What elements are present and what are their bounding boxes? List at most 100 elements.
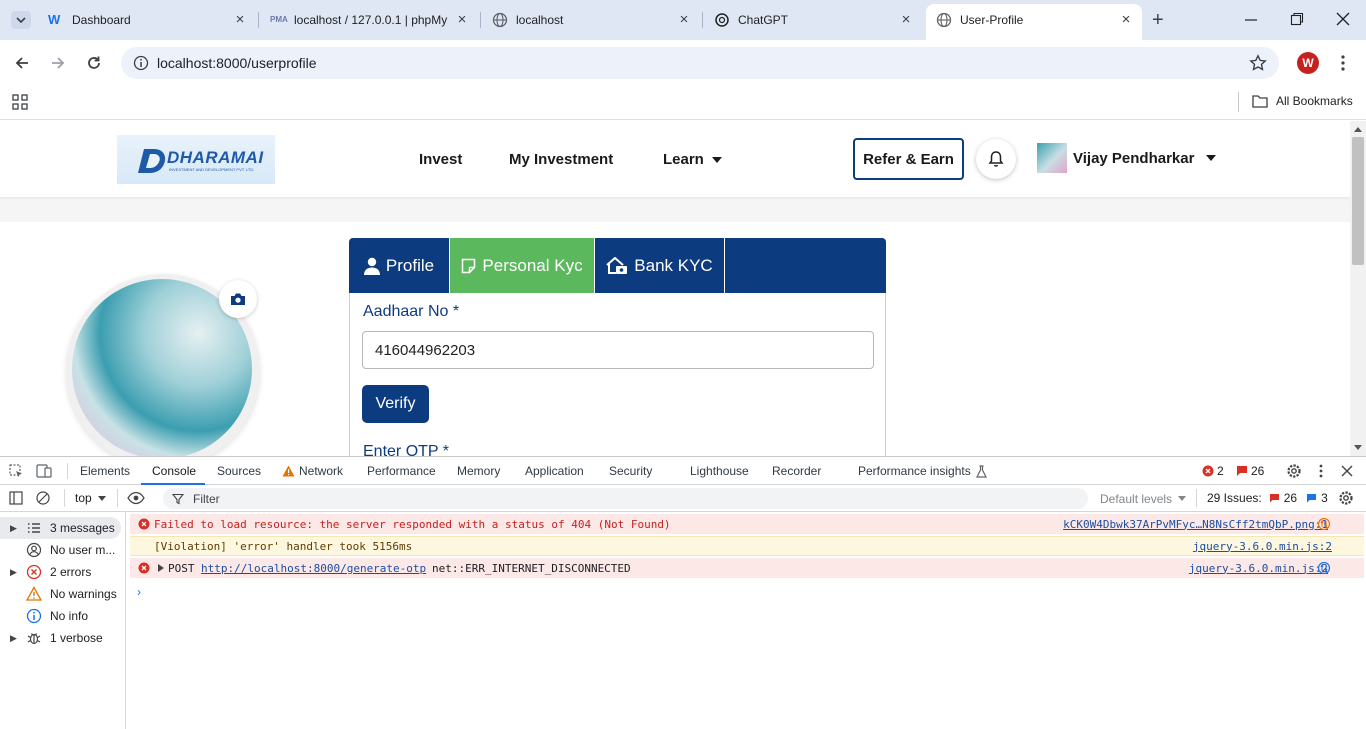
devtools-tab-lighthouse[interactable]: Lighthouse <box>690 464 749 478</box>
sidebar-errors[interactable]: ▶ 2 errors <box>0 561 125 583</box>
chatgpt-favicon <box>715 13 729 27</box>
devtools-panel: Elements Console Sources Network Perform… <box>0 456 1366 729</box>
close-window-button[interactable] <box>1336 12 1350 26</box>
devtools-tab-recorder[interactable]: Recorder <box>772 464 821 478</box>
close-tab-icon[interactable]: × <box>1118 12 1134 28</box>
expand-arrow-icon[interactable]: ▶ <box>10 523 17 534</box>
sidebar-info[interactable]: No info <box>0 605 125 627</box>
url-text[interactable]: localhost:8000/userprofile <box>157 55 317 71</box>
devtools-tab-console[interactable]: Console <box>152 464 196 478</box>
clear-console-icon[interactable] <box>36 491 50 505</box>
site-logo[interactable]: DHARAMAI INVESTMENT AND DEVELOPMENT PVT.… <box>117 135 275 184</box>
devtools-more-icon[interactable] <box>1316 463 1326 479</box>
device-toolbar-icon[interactable] <box>36 464 52 478</box>
devtools-close-icon[interactable] <box>1341 465 1353 477</box>
devtools-tab-sources[interactable]: Sources <box>217 464 261 478</box>
devtools-tab-memory[interactable]: Memory <box>457 464 500 478</box>
user-menu[interactable]: Vijay Pendharkar <box>1037 143 1217 173</box>
notifications-button[interactable] <box>976 139 1016 179</box>
console-message-error[interactable]: Failed to load resource: the server resp… <box>130 514 1364 534</box>
address-bar[interactable]: localhost:8000/userprofile <box>121 47 1279 79</box>
back-button[interactable] <box>13 54 31 72</box>
scrollbar-thumb[interactable] <box>1352 137 1364 265</box>
tab-dashboard[interactable]: W Dashboard × <box>48 6 248 34</box>
aadhaar-input[interactable]: 416044962203 <box>362 331 874 369</box>
devtools-tab-performance[interactable]: Performance <box>367 464 436 478</box>
close-tab-icon[interactable]: × <box>676 12 692 28</box>
message-source-link[interactable]: jquery-3.6.0.min.js:2 <box>1189 562 1328 575</box>
scroll-down-icon[interactable] <box>1354 445 1362 450</box>
nav-my-investment[interactable]: My Investment <box>509 151 613 168</box>
nav-invest[interactable]: Invest <box>419 151 462 168</box>
tab-search-button[interactable] <box>11 11 31 29</box>
close-tab-icon[interactable]: × <box>898 12 914 28</box>
sidebar-toggle-icon[interactable] <box>9 491 23 505</box>
message-source-link[interactable]: jquery-3.6.0.min.js:2 <box>1193 540 1332 553</box>
message-url-link[interactable]: http://localhost:8000/generate-otp <box>201 562 426 575</box>
issue-flag-icon <box>1269 493 1279 502</box>
expand-arrow-icon[interactable] <box>158 564 164 572</box>
console-settings-icon[interactable] <box>1338 490 1354 506</box>
sidebar-verbose[interactable]: ▶ 1 verbose <box>0 627 125 649</box>
minimize-button[interactable] <box>1244 12 1258 26</box>
browser-menu-button[interactable] <box>1336 54 1350 72</box>
tab-chatgpt[interactable]: ChatGPT × <box>714 6 914 34</box>
inspect-element-icon[interactable] <box>9 464 23 478</box>
live-expression-eye-icon[interactable] <box>127 491 145 505</box>
tab-user-profile[interactable]: User-Profile × <box>926 4 1142 40</box>
tab-profile[interactable]: Profile <box>349 238 450 293</box>
caret-down-icon <box>1206 155 1217 161</box>
log-levels-dropdown[interactable]: Default levels <box>1093 488 1189 509</box>
tab-strip: W Dashboard × PMA localhost / 127.0.0.1 … <box>0 0 1366 40</box>
close-tab-icon[interactable]: × <box>454 12 470 28</box>
all-bookmarks-button[interactable]: All Bookmarks <box>1252 94 1353 108</box>
tab-title: ChatGPT <box>738 13 789 27</box>
sidebar-user-messages[interactable]: No user m... <box>0 539 125 561</box>
flask-icon <box>975 464 987 478</box>
error-counter[interactable]: 2 <box>1202 464 1224 478</box>
devtools-tab-security[interactable]: Security <box>609 464 652 478</box>
bookmark-star-icon[interactable] <box>1249 54 1267 72</box>
console-filter-input[interactable]: Filter <box>163 488 1088 509</box>
console-prompt-icon[interactable]: › <box>137 585 141 599</box>
tab-localhost[interactable]: localhost × <box>492 6 692 34</box>
refer-earn-button[interactable]: Refer & Earn <box>853 138 964 180</box>
context-selector[interactable]: top <box>75 491 106 505</box>
restore-button[interactable] <box>1290 12 1304 26</box>
sidebar-item-label: No warnings <box>50 587 117 601</box>
console-message-violation[interactable]: [Violation] 'error' handler took 5156ms … <box>130 536 1364 556</box>
network-request-icon[interactable] <box>1318 562 1330 574</box>
forward-button[interactable] <box>49 54 67 72</box>
issue-counter[interactable]: 26 <box>1236 464 1264 478</box>
issues-error-count: 26 <box>1283 491 1298 505</box>
sidebar-warnings[interactable]: No warnings <box>0 583 125 605</box>
devtools-settings-icon[interactable] <box>1286 463 1302 479</box>
close-tab-icon[interactable]: × <box>232 12 248 28</box>
verify-button[interactable]: Verify <box>362 385 429 423</box>
issues-summary[interactable]: 29 Issues: 26 3 <box>1207 491 1328 505</box>
sidebar-messages[interactable]: ▶ 3 messages <box>0 517 121 539</box>
profile-avatar[interactable]: W <box>1297 52 1319 74</box>
tab-bank-kyc[interactable]: Bank KYC <box>595 238 725 293</box>
expand-arrow-icon[interactable]: ▶ <box>10 567 17 578</box>
nav-learn-dropdown[interactable]: Learn <box>663 151 722 168</box>
devtools-tab-performance-insights[interactable]: Performance insights <box>858 464 987 478</box>
apps-grid-icon[interactable] <box>12 94 28 110</box>
console-message-error[interactable]: POST http://localhost:8000/generate-otp … <box>130 558 1364 578</box>
expand-arrow-icon[interactable]: ▶ <box>10 633 17 644</box>
network-request-icon[interactable] <box>1318 518 1330 530</box>
site-info-icon[interactable] <box>133 55 149 71</box>
message-source-link[interactable]: kCK0W4Dbwk37ArPvMFyc…N8NsCff2tmQbP.png:1 <box>1063 518 1328 531</box>
change-photo-button[interactable] <box>219 280 257 318</box>
tab-phpmyadmin[interactable]: PMA localhost / 127.0.0.1 | phpMy × <box>270 6 470 34</box>
devtools-tab-network[interactable]: Network <box>282 464 343 478</box>
devtools-tab-elements[interactable]: Elements <box>80 464 130 478</box>
new-tab-button[interactable]: + <box>1152 10 1170 30</box>
reload-button[interactable] <box>85 54 103 72</box>
devtools-tab-application[interactable]: Application <box>525 464 584 478</box>
page-scrollbar[interactable] <box>1350 121 1366 456</box>
tab-personal-kyc[interactable]: Personal Kyc <box>450 238 595 293</box>
user-avatar <box>1037 143 1067 173</box>
error-count: 2 <box>1217 464 1224 478</box>
scroll-up-icon[interactable] <box>1354 127 1362 132</box>
